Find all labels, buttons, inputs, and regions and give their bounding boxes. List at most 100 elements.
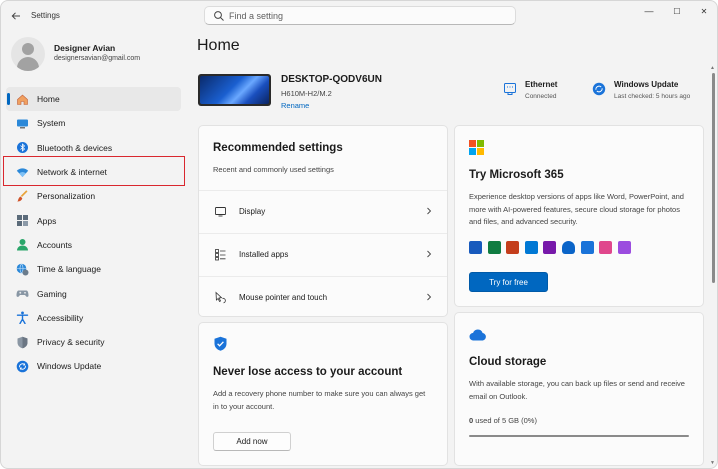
accounts-icon	[16, 238, 29, 251]
try-for-free-button[interactable]: Try for free	[469, 272, 548, 292]
card-title: Recommended settings	[213, 142, 343, 154]
card-title: Try Microsoft 365	[469, 169, 564, 181]
sidebar-item-accessibility[interactable]: Accessibility	[6, 306, 181, 330]
sidebar-item-time-language[interactable]: Time & language	[6, 257, 181, 281]
sidebar-item-accounts[interactable]: Accounts	[6, 233, 181, 257]
powerpoint-icon	[506, 241, 520, 254]
chevron-right-icon	[426, 207, 432, 217]
minimize-button[interactable]: —	[639, 4, 659, 18]
shield-icon	[16, 336, 29, 349]
highlight-box	[3, 156, 185, 186]
scroll-down-arrow[interactable]: ▼	[710, 460, 715, 466]
device-name: DESKTOP-QODV6UN	[281, 74, 382, 85]
storage-used-rest: used of 5 GB (0%)	[473, 416, 537, 425]
display-icon	[214, 205, 227, 218]
sidebar-item-label: Privacy & security	[37, 337, 105, 348]
chevron-right-icon	[426, 293, 432, 303]
app-title: Settings	[31, 11, 60, 20]
accessibility-icon	[16, 311, 29, 325]
user-profile[interactable]: Designer Avian designersavian@gmail.com	[11, 37, 191, 73]
m365-apps-row	[469, 241, 636, 254]
windows-update-icon	[16, 360, 29, 373]
sidebar-item-label: Windows Update	[37, 361, 102, 372]
back-button[interactable]	[9, 9, 23, 23]
sidebar-item-privacy-security[interactable]: Privacy & security	[6, 330, 181, 354]
settings-window: Settings — ☐ ✕ Designer Avian designersa…	[0, 0, 718, 469]
sidebar-item-label: Gaming	[37, 288, 67, 299]
windows-update-title: Windows Update	[614, 80, 679, 89]
sidebar-nav: Home System Bluetooth & devices Network …	[6, 87, 181, 379]
sidebar-item-windows-update[interactable]: Windows Update	[6, 354, 181, 378]
recommended-item-label: Mouse pointer and touch	[239, 293, 328, 302]
sidebar-item-gaming[interactable]: Gaming	[6, 281, 181, 305]
excel-icon	[487, 241, 501, 254]
title-bar: Settings — ☐ ✕	[1, 1, 717, 31]
recommended-item-mouse-pointer[interactable]: Mouse pointer and touch	[199, 276, 447, 318]
home-icon	[16, 93, 29, 106]
ethernet-title: Ethernet	[525, 80, 558, 89]
maximize-button[interactable]: ☐	[667, 4, 687, 18]
outlook-icon	[524, 241, 538, 254]
windows-update-sub: Last checked: 5 hours ago	[614, 93, 691, 100]
installed-apps-icon	[214, 248, 227, 261]
chevron-right-icon	[426, 250, 432, 260]
windows-update-icon	[592, 82, 606, 96]
sidebar-item-label: Personalization	[37, 191, 96, 202]
gamepad-icon	[16, 287, 29, 300]
sidebar-item-label: Time & language	[37, 264, 101, 275]
microsoft-logo-icon	[469, 140, 484, 155]
device-image	[198, 74, 271, 106]
recommended-item-label: Display	[239, 207, 266, 216]
sidebar-item-system[interactable]: System	[6, 111, 181, 135]
card-body: Experience desktop versions of apps like…	[469, 192, 684, 226]
card-title: Cloud storage	[469, 356, 547, 368]
sidebar-item-apps[interactable]: Apps	[6, 208, 181, 232]
card-subtitle: Recent and commonly used settings	[213, 165, 334, 174]
avatar	[11, 37, 45, 71]
sidebar-item-label: System	[37, 118, 66, 129]
defender-icon	[580, 241, 594, 254]
storage-progress-bar	[469, 435, 689, 437]
search-icon	[214, 11, 224, 21]
mouse-pointer-icon	[214, 291, 227, 304]
system-icon	[16, 117, 29, 130]
search-input[interactable]	[229, 9, 509, 22]
designer-icon	[617, 241, 631, 254]
sidebar-item-label: Apps	[37, 215, 57, 226]
apps-icon	[16, 214, 29, 227]
recommended-item-installed-apps[interactable]: Installed apps	[199, 233, 447, 275]
bluetooth-icon	[16, 141, 29, 154]
profile-name: Designer Avian	[54, 43, 116, 53]
sidebar-item-personalization[interactable]: Personalization	[6, 184, 181, 208]
word-icon	[469, 241, 482, 254]
card-body: Add a recovery phone number to make sure…	[213, 389, 426, 411]
page-title: Home	[197, 37, 240, 54]
cloud-storage-card: Cloud storage With available storage, yo…	[454, 312, 704, 466]
add-now-button[interactable]: Add now	[213, 432, 291, 451]
onedrive-icon	[561, 241, 575, 254]
globe-clock-icon	[16, 263, 29, 276]
sidebar-item-label: Accounts	[37, 239, 72, 250]
ethernet-sub: Connected	[525, 93, 557, 100]
profile-email: designersavian@gmail.com	[54, 55, 141, 62]
device-model: H610M-H2/M.2	[281, 89, 332, 98]
card-body: With available storage, you can back up …	[469, 379, 685, 401]
cloud-icon	[469, 329, 486, 341]
sidebar-item-label: Bluetooth & devices	[37, 142, 113, 153]
brush-icon	[16, 190, 29, 203]
recommended-item-display[interactable]: Display	[199, 190, 447, 232]
ethernet-icon	[504, 83, 516, 95]
card-title: Never lose access to your account	[213, 366, 403, 378]
onenote-icon	[543, 241, 557, 254]
scroll-up-arrow[interactable]: ▲	[710, 65, 715, 71]
scrollbar-thumb[interactable]	[712, 73, 715, 283]
rename-link[interactable]: Rename	[281, 101, 309, 110]
recommended-settings-card: Recommended settings Recent and commonly…	[198, 125, 448, 317]
recommended-item-label: Installed apps	[239, 250, 289, 259]
sidebar-item-label: Home	[37, 94, 60, 105]
close-button[interactable]: ✕	[694, 4, 714, 18]
sidebar-item-home[interactable]: Home	[6, 87, 181, 112]
storage-usage: 0 used of 5 GB (0%)	[469, 415, 537, 428]
search-box[interactable]	[204, 6, 516, 25]
microsoft-365-card: Try Microsoft 365 Experience desktop ver…	[454, 125, 704, 307]
